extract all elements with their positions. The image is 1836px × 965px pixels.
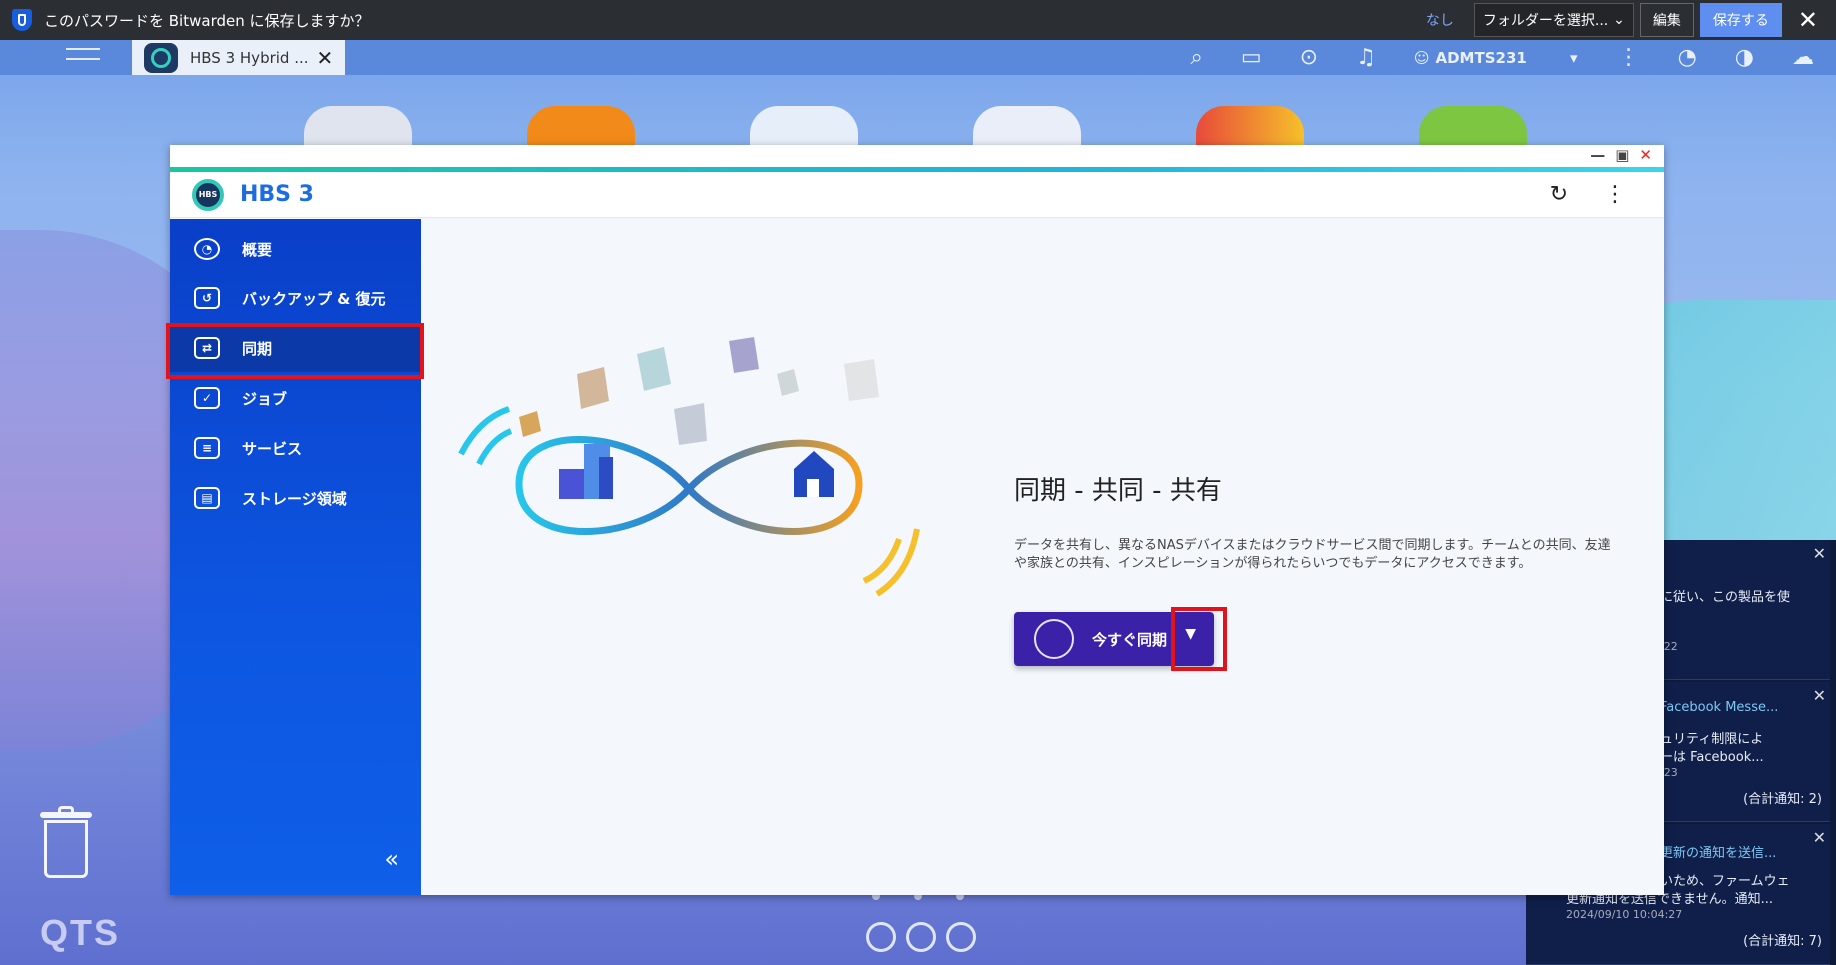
bitwarden-shield-icon	[12, 9, 32, 31]
taskbar-icons: ⌕ ▭ ⊙ ♫ ☺ ADMTS231 ▾ ⋮ ◔ ◑ ☁	[1191, 40, 1836, 75]
chevron-down-icon: ⌄	[1613, 12, 1625, 28]
cloud-icon[interactable]: ☁	[1792, 45, 1814, 70]
bitwarden-save-bar: このパスワードを Bitwarden に保存しますか？ なし フォルダーを選択.…	[0, 0, 1836, 40]
qts-taskbar: HBS 3 Hybrid ... ✕ ⌕ ▭ ⊙ ♫ ☺ ADMTS231 ▾ ⋮…	[0, 40, 1836, 75]
sidebar-item-services[interactable]: ≡ サービス	[170, 424, 421, 472]
more-options-icon[interactable]: ⋮	[1618, 45, 1640, 70]
sidebar-item-jobs[interactable]: ✓ ジョブ	[170, 374, 421, 422]
close-icon[interactable]: ✕	[317, 46, 334, 70]
sidebar-item-label: バックアップ & 復元	[242, 289, 386, 308]
close-icon[interactable]: ✕	[1813, 828, 1826, 847]
page-title: 同期 - 共同 - 共有	[1014, 476, 1222, 506]
user-icon: ☺	[1413, 48, 1430, 67]
main-content: 同期 - 共同 - 共有 データを共有し、異なるNASデバイスまたはクラウドサー…	[421, 219, 1664, 895]
dock-app-icon[interactable]	[906, 922, 936, 952]
dock-app-icon[interactable]	[866, 922, 896, 952]
bitwarden-save-button[interactable]: 保存する	[1699, 3, 1782, 37]
external-device-icon[interactable]: ⊙	[1300, 45, 1318, 70]
dock-app-icon[interactable]	[946, 922, 976, 952]
username: ADMTS231	[1435, 48, 1527, 67]
gauge-icon: ◔	[194, 238, 220, 260]
notification-total: (合計通知: 7)	[1743, 934, 1822, 949]
notification-time: 2024/09/10 10:04:27	[1566, 908, 1683, 921]
user-menu[interactable]: ☺ ADMTS231 ▾	[1414, 49, 1578, 67]
storage-icon: ▤	[194, 487, 220, 509]
close-icon[interactable]: ✕	[1639, 146, 1652, 164]
bitwarden-folder-select[interactable]: フォルダーを選択... ⌄	[1473, 3, 1634, 37]
notification-text: ーは Facebook...	[1660, 750, 1764, 765]
notification-text: いため、ファームウェ	[1660, 874, 1790, 889]
page-description: データを共有し、異なるNASデバイスまたはクラウドサービス間で同期します。チーム…	[1014, 538, 1611, 571]
minimize-icon[interactable]: —	[1590, 146, 1605, 164]
sidebar-item-overview[interactable]: ◔ 概要	[170, 225, 421, 273]
tab-hbs3[interactable]: HBS 3 Hybrid ... ✕	[132, 40, 345, 75]
main-menu-icon[interactable]	[66, 40, 100, 64]
folder-select-value: フォルダーを選択...	[1482, 13, 1609, 29]
service-icon: ≡	[194, 437, 220, 459]
bitwarden-edit-button[interactable]: 編集	[1639, 3, 1694, 37]
job-icon: ✓	[194, 387, 220, 409]
notification-bell-icon[interactable]: ♫	[1356, 45, 1376, 70]
bitwarden-message: このパスワードを Bitwarden に保存しますか？	[44, 11, 370, 30]
more-options-icon[interactable]: ⋮	[1604, 182, 1626, 207]
sidebar-item-storage-spaces[interactable]: ▤ ストレージ領域	[170, 474, 421, 522]
hbs-logo-icon: HBS	[192, 178, 224, 211]
window-titlebar[interactable]: — ▣ ✕	[170, 145, 1664, 167]
notification-title: 更新の通知を送信...	[1660, 846, 1777, 861]
background-tasks-icon[interactable]: ▭	[1241, 45, 1262, 70]
sync-now-label: 今すぐ同期	[1092, 630, 1168, 649]
close-icon[interactable]: ✕	[1813, 686, 1826, 705]
trash-icon[interactable]	[40, 806, 92, 880]
hbs-app-icon	[144, 42, 178, 73]
dock	[866, 922, 976, 952]
sidebar-item-label: ストレージ領域	[242, 489, 347, 508]
notification-text: ュリティ制限によ	[1660, 732, 1764, 747]
highlight-box	[1171, 607, 1227, 671]
dashboard-icon[interactable]: ◑	[1735, 45, 1754, 70]
hbs3-window: — ▣ ✕ HBS HBS 3 ↻ ⋮ ◔ 概要 ↺ バックアップ & 復元 ⇄…	[166, 145, 1664, 895]
sync-document-icon	[1034, 619, 1074, 659]
notification-card[interactable]: ✕ Facebook Messe... ュリティ制限によ ーは Facebook…	[1656, 682, 1830, 822]
close-icon[interactable]: ✕	[1798, 6, 1818, 34]
collapse-sidebar-icon[interactable]: «	[384, 845, 399, 873]
sidebar-item-label: 概要	[242, 240, 273, 259]
notification-card[interactable]: ✕ に従い、この製品を使 :22	[1656, 540, 1830, 680]
notification-title: Facebook Messe...	[1660, 700, 1779, 715]
sync-illustration	[458, 337, 920, 597]
notification-total: (合計通知: 2)	[1743, 792, 1822, 807]
app-header: HBS HBS 3 ↻ ⋮	[170, 172, 1664, 218]
sidebar-item-label: サービス	[242, 439, 303, 458]
backup-icon: ↺	[194, 287, 220, 309]
refresh-icon[interactable]: ↻	[1550, 182, 1568, 207]
resource-monitor-icon[interactable]: ◔	[1678, 45, 1697, 70]
tab-title: HBS 3 Hybrid ...	[190, 48, 309, 67]
notification-text: に従い、この製品を使	[1660, 590, 1791, 605]
qts-logo: QTS	[40, 912, 121, 953]
bitwarden-never-link[interactable]: なし	[1426, 10, 1454, 30]
search-icon[interactable]: ⌕	[1191, 45, 1203, 70]
close-icon[interactable]: ✕	[1813, 544, 1826, 563]
sidebar-item-backup-restore[interactable]: ↺ バックアップ & 復元	[170, 274, 421, 322]
highlight-box	[166, 323, 424, 379]
sidebar-item-label: ジョブ	[242, 389, 288, 408]
sidebar: ◔ 概要 ↺ バックアップ & 復元 ⇄ 同期 ✓ ジョブ ≡ サービス ▤ ス…	[170, 219, 421, 895]
maximize-icon[interactable]: ▣	[1615, 146, 1629, 164]
app-title: HBS 3	[240, 182, 314, 207]
